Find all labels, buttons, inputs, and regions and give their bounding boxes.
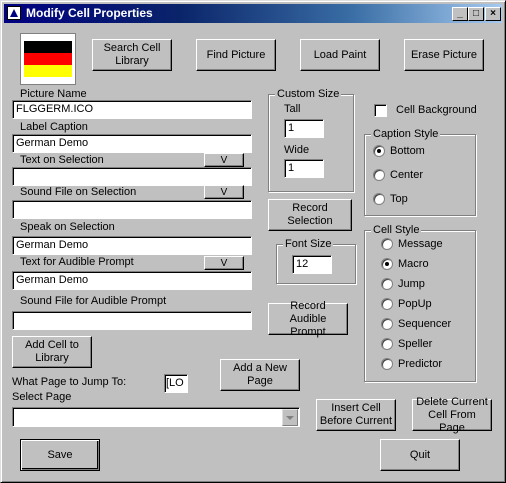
sound-on-selection-label: Sound File on Selection <box>20 186 137 198</box>
record-audible-prompt-button[interactable]: Record Audible Prompt <box>268 300 348 338</box>
text-on-selection-v-button[interactable]: V <box>204 153 244 167</box>
style-predictor-label: Predictor <box>398 358 443 370</box>
maximize-button[interactable]: □ <box>468 7 484 21</box>
app-icon <box>7 6 21 20</box>
add-cell-to-library-button[interactable]: Add Cell to Library <box>12 336 92 368</box>
select-page-combobox[interactable] <box>12 407 300 427</box>
wide-field[interactable]: 1 <box>284 159 324 178</box>
tall-field[interactable]: 1 <box>284 119 324 138</box>
tall-label: Tall <box>284 103 301 115</box>
caption-center-label: Center <box>390 169 424 181</box>
style-macro-radio[interactable] <box>381 258 393 270</box>
custom-size-title: Custom Size <box>275 88 342 100</box>
quit-button[interactable]: Quit <box>380 439 460 471</box>
caption-top-radio[interactable] <box>373 193 385 205</box>
style-jump-radio[interactable] <box>381 278 393 290</box>
flag-stripe-red <box>24 53 72 65</box>
close-button[interactable]: × <box>485 7 501 21</box>
label-caption-field[interactable]: German Demo <box>12 134 252 153</box>
picture-name-field[interactable]: FLGGERM.ICO <box>12 100 252 119</box>
label-caption-label: Label Caption <box>20 121 88 133</box>
text-on-selection-field[interactable] <box>12 167 252 186</box>
find-picture-button[interactable]: Find Picture <box>196 39 276 71</box>
style-speller-radio[interactable] <box>381 338 393 350</box>
wide-label: Wide <box>284 144 310 156</box>
flag-stripe-gold <box>24 65 72 77</box>
select-page-label: Select Page <box>12 391 72 403</box>
minimize-button[interactable]: _ <box>452 7 468 21</box>
audible-prompt-v-button[interactable]: V <box>204 256 244 270</box>
save-button[interactable]: Save <box>20 439 100 471</box>
add-new-page-button[interactable]: Add a New Page <box>220 359 300 391</box>
style-popup-label: PopUp <box>398 298 432 310</box>
style-sequencer-label: Sequencer <box>398 318 452 330</box>
erase-picture-button[interactable]: Erase Picture <box>404 39 484 71</box>
sound-on-selection-v-button[interactable]: V <box>204 185 244 199</box>
style-predictor-radio[interactable] <box>381 358 393 370</box>
record-selection-button[interactable]: Record Selection <box>268 199 352 231</box>
speak-on-selection-field[interactable]: German Demo <box>12 236 252 255</box>
caption-bottom-label: Bottom <box>390 145 425 157</box>
speak-on-selection-label: Speak on Selection <box>20 221 115 233</box>
cell-background-checkbox[interactable] <box>374 104 387 117</box>
style-jump-label: Jump <box>398 278 425 290</box>
sound-on-selection-field[interactable] <box>12 200 252 219</box>
title-bar: Modify Cell Properties _ □ × <box>4 4 502 23</box>
picture-name-label: Picture Name <box>20 88 87 100</box>
caption-center-radio[interactable] <box>373 169 385 181</box>
style-macro-label: Macro <box>398 258 429 270</box>
sound-audible-label: Sound File for Audible Prompt <box>20 295 167 307</box>
caption-style-title: Caption Style <box>371 128 441 140</box>
cell-picture-flag <box>20 33 76 85</box>
style-message-label: Message <box>398 238 443 250</box>
text-on-selection-label: Text on Selection <box>20 154 104 166</box>
audible-prompt-label: Text for Audible Prompt <box>20 256 134 268</box>
style-popup-radio[interactable] <box>381 298 393 310</box>
caption-top-label: Top <box>390 193 408 205</box>
style-sequencer-radio[interactable] <box>381 318 393 330</box>
search-cell-library-button[interactable]: Search Cell Library <box>92 39 172 71</box>
font-size-title: Font Size <box>283 238 334 250</box>
font-size-field[interactable]: 12 <box>292 255 332 274</box>
window-title: Modify Cell Properties <box>26 6 153 20</box>
jump-page-label: What Page to Jump To: <box>12 376 127 388</box>
flag-stripe-black <box>24 41 72 53</box>
delete-cell-button[interactable]: Delete Current Cell From Page <box>412 396 492 434</box>
style-speller-label: Speller <box>398 338 433 350</box>
caption-bottom-radio[interactable] <box>373 145 385 157</box>
insert-cell-button[interactable]: Insert Cell Before Current <box>316 399 396 431</box>
audible-prompt-field[interactable]: German Demo <box>12 271 252 290</box>
select-page-dropdown-icon[interactable] <box>282 409 298 426</box>
cell-style-title: Cell Style <box>371 224 422 236</box>
cell-background-label: Cell Background <box>396 104 477 116</box>
style-message-radio[interactable] <box>381 238 393 250</box>
jump-page-field[interactable]: [LO <box>164 374 188 393</box>
sound-audible-field[interactable] <box>12 311 252 330</box>
load-paint-button[interactable]: Load Paint <box>300 39 380 71</box>
